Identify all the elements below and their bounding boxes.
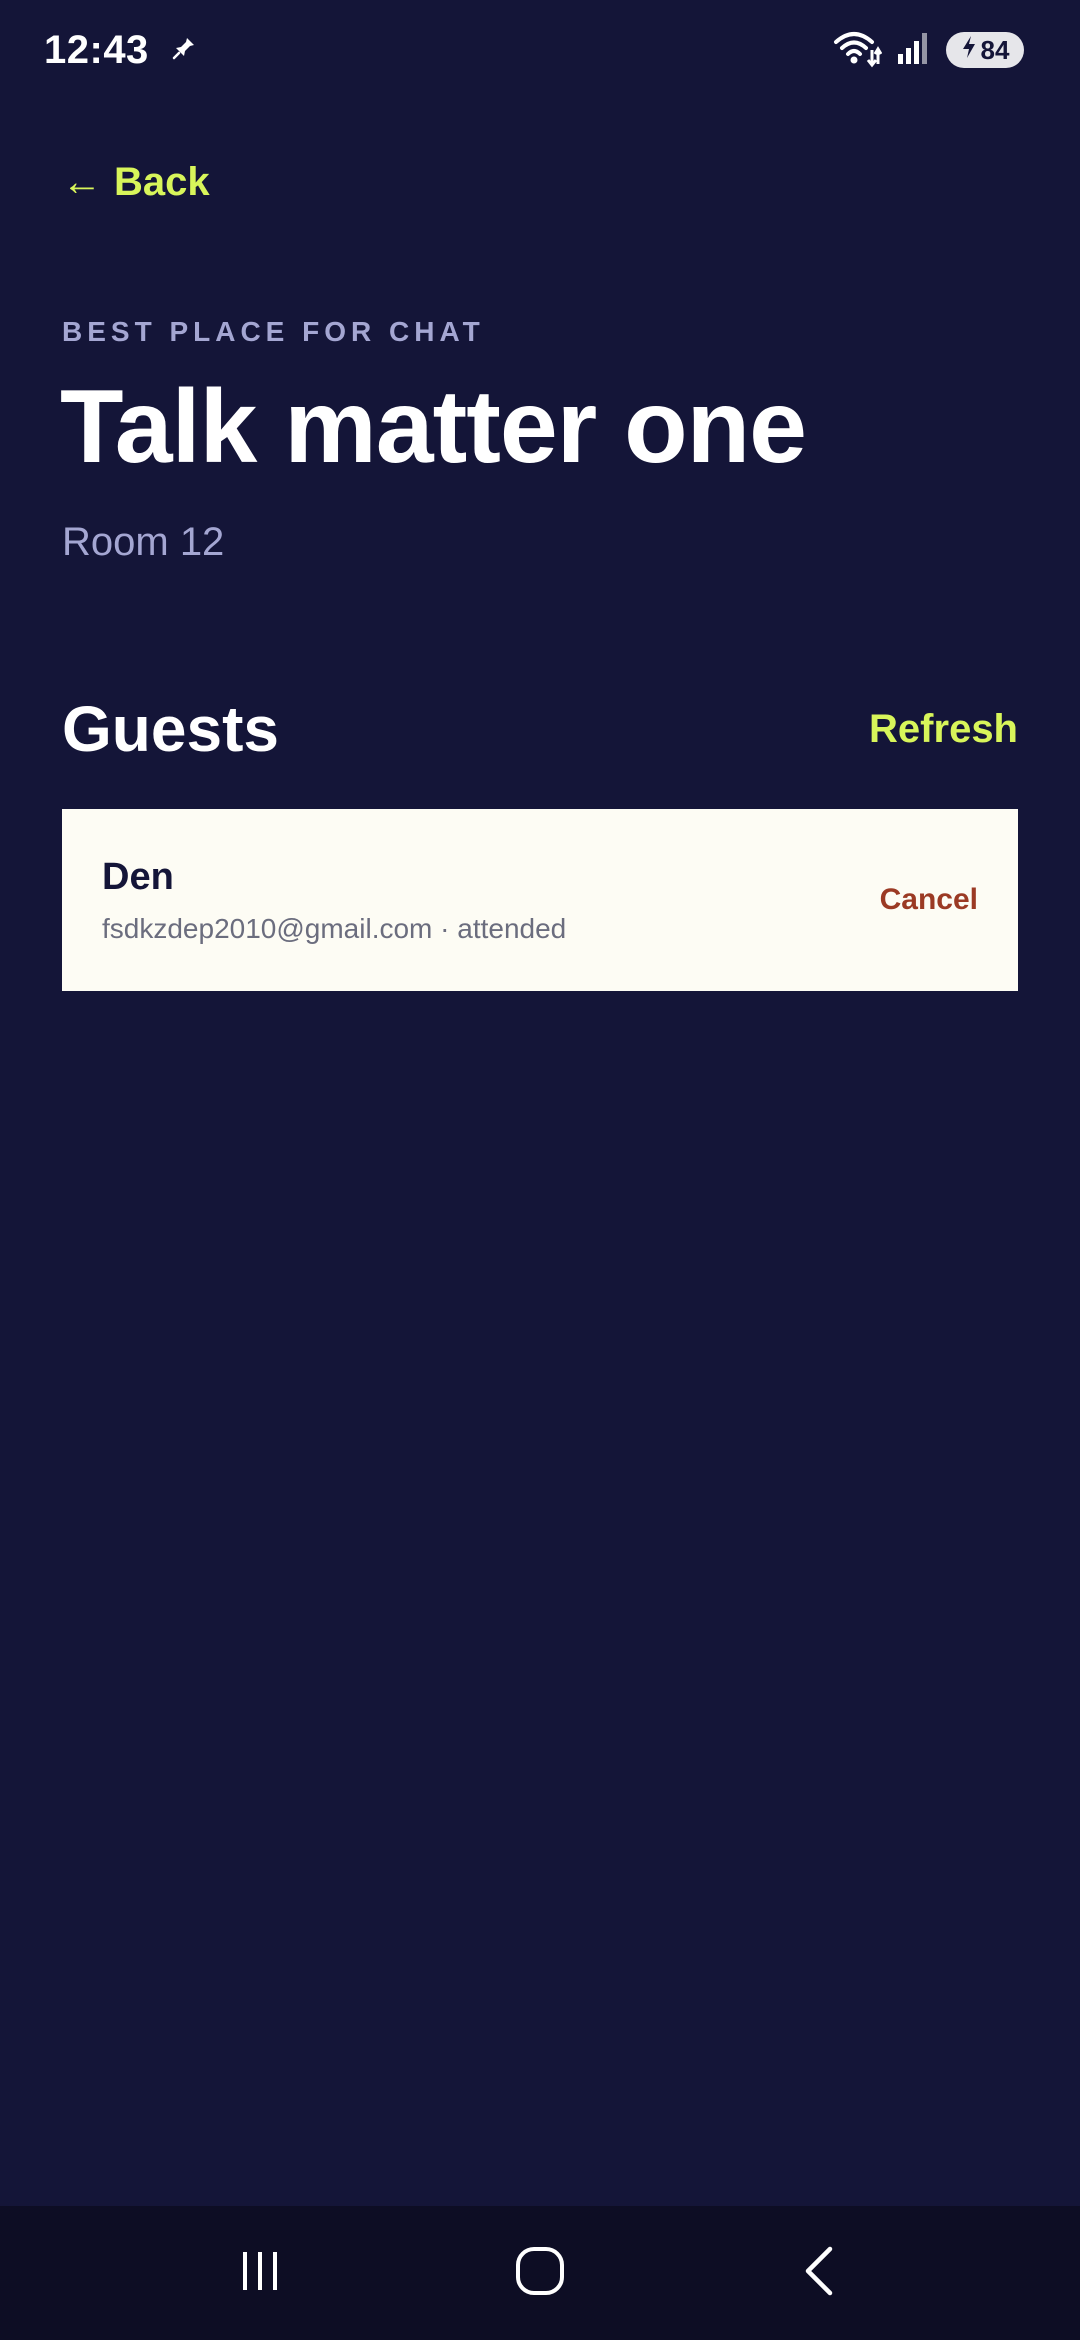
status-left: 12:43 [44, 28, 197, 73]
refresh-button[interactable]: Refresh [869, 707, 1018, 752]
guest-name: Den [102, 855, 174, 898]
screen: 12:43 84 ← Back BEST PLACE FOR CHAT Talk… [0, 0, 1080, 2340]
arrow-left-icon: ← [62, 160, 102, 204]
recents-button[interactable] [200, 2223, 320, 2323]
pin-icon [171, 35, 197, 66]
navigation-bar [0, 2206, 1080, 2340]
page-title: Talk matter one [60, 369, 807, 485]
recents-icon [235, 2246, 285, 2301]
guest-card: Den fsdkzdep2010@gmail.com · attended Ca… [62, 809, 1018, 991]
bolt-icon [961, 35, 977, 66]
status-bar: 12:43 84 [0, 0, 1080, 100]
status-right: 84 [832, 28, 1024, 73]
back-button[interactable] [760, 2223, 880, 2323]
home-button[interactable] [480, 2223, 600, 2323]
room-label: Room 12 [62, 520, 225, 564]
event-category: BEST PLACE FOR CHAT [62, 316, 485, 347]
back-icon [800, 2245, 840, 2302]
guest-meta: fsdkzdep2010@gmail.com · attended [102, 912, 567, 944]
battery-icon: 84 [946, 32, 1024, 68]
back-link[interactable]: ← Back [62, 160, 210, 205]
signal-icon [896, 30, 932, 71]
cancel-button[interactable]: Cancel [880, 883, 978, 917]
wifi-icon [832, 28, 883, 73]
battery-level: 84 [980, 34, 1010, 65]
back-label: Back [114, 160, 210, 204]
guest-info: Den fsdkzdep2010@gmail.com · attended [102, 856, 566, 945]
guests-title: Guests [62, 693, 279, 765]
home-icon [514, 2245, 566, 2302]
status-time: 12:43 [44, 27, 149, 72]
guests-header: Guests Refresh [62, 692, 1018, 766]
